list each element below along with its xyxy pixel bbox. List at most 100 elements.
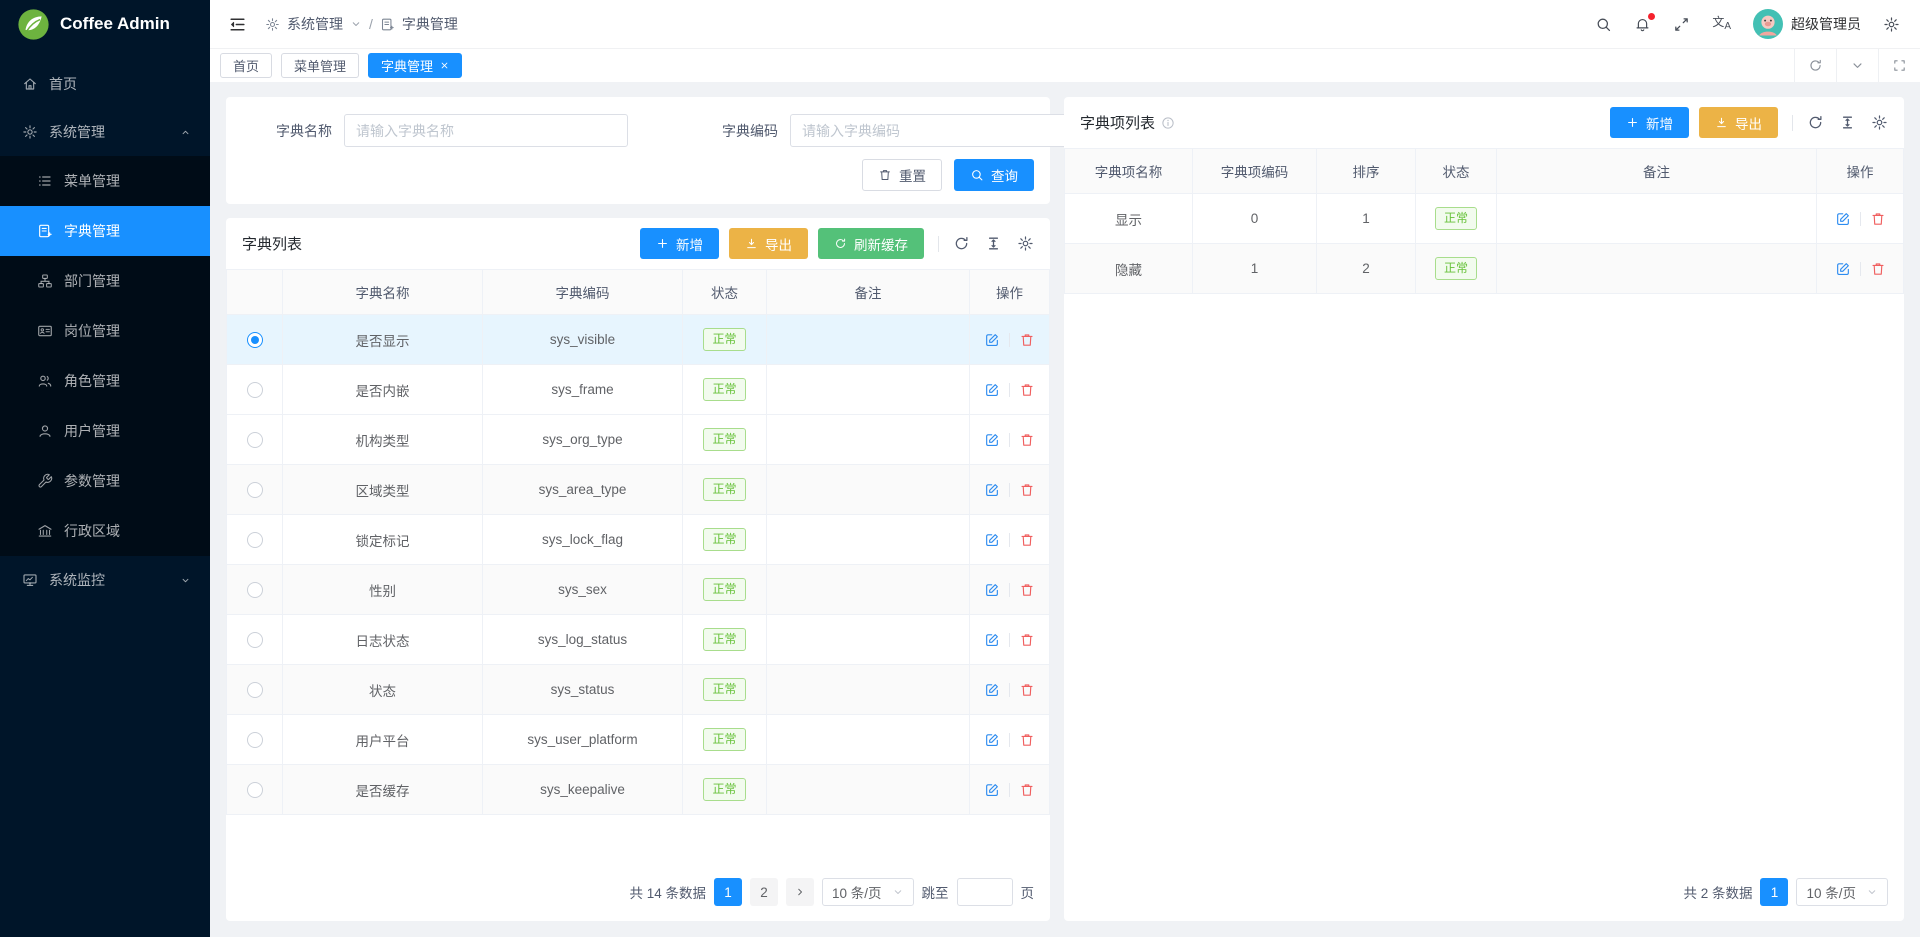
delete-icon[interactable] <box>1019 332 1035 348</box>
delete-icon[interactable] <box>1019 582 1035 598</box>
user-menu[interactable]: 超级管理员 <box>1753 9 1861 39</box>
page-content: 字典名称 字典编码 重置 <box>210 82 1920 937</box>
sidebar-item-param-mgmt[interactable]: 参数管理 <box>0 456 210 506</box>
delete-icon[interactable] <box>1019 382 1035 398</box>
sidebar-item-dict-mgmt[interactable]: 字典管理 <box>0 206 210 256</box>
column-settings-gear-icon[interactable] <box>1017 235 1034 252</box>
delete-icon[interactable] <box>1019 532 1035 548</box>
dict-name-input[interactable] <box>344 114 628 147</box>
edit-icon[interactable] <box>984 332 1000 348</box>
edit-icon[interactable] <box>984 482 1000 498</box>
notification-bell-icon[interactable] <box>1634 16 1651 33</box>
dict-table-row[interactable]: 用户平台 sys_user_platform 正常 <box>227 715 1050 765</box>
translate-icon[interactable]: 文A <box>1712 16 1731 32</box>
dict-table-row[interactable]: 锁定标记 sys_lock_flag 正常 <box>227 515 1050 565</box>
page-size-select[interactable]: 10 条/页 <box>1796 878 1888 906</box>
tab-refresh-icon[interactable] <box>1794 49 1836 82</box>
dict-table-row[interactable]: 区域类型 sys_area_type 正常 <box>227 465 1050 515</box>
dict-code-input[interactable] <box>790 114 1074 147</box>
tab-maximize-icon[interactable] <box>1878 49 1920 82</box>
page-button-1[interactable]: 1 <box>1760 878 1788 906</box>
row-select-radio[interactable] <box>247 632 263 648</box>
dict-table-row[interactable]: 日志状态 sys_log_status 正常 <box>227 615 1050 665</box>
tab-dict-mgmt[interactable]: 字典管理 <box>368 53 462 78</box>
page-button-1[interactable]: 1 <box>714 878 742 906</box>
table-refresh-icon[interactable] <box>1807 114 1824 131</box>
close-icon[interactable] <box>440 61 449 70</box>
refresh-cache-button[interactable]: 刷新缓存 <box>818 228 924 259</box>
export-label: 导出 <box>765 234 792 254</box>
dict-table-row[interactable]: 是否显示 sys_visible 正常 <box>227 315 1050 365</box>
edit-icon[interactable] <box>984 532 1000 548</box>
row-height-icon[interactable] <box>1839 114 1856 131</box>
item-sort-cell: 1 <box>1317 194 1416 244</box>
edit-icon[interactable] <box>984 582 1000 598</box>
settings-gear-icon[interactable] <box>1883 16 1900 33</box>
delete-icon[interactable] <box>1019 632 1035 648</box>
table-refresh-icon[interactable] <box>953 235 970 252</box>
dict-table-row[interactable]: 性别 sys_sex 正常 <box>227 565 1050 615</box>
dict-code-cell: sys_keepalive <box>483 765 683 815</box>
sidebar-item-system[interactable]: 系统管理 <box>0 108 210 156</box>
delete-icon[interactable] <box>1019 432 1035 448</box>
jump-page-input[interactable] <box>957 878 1013 906</box>
row-select-radio[interactable] <box>247 482 263 498</box>
item-table-row[interactable]: 隐藏 1 2 正常 <box>1065 244 1904 294</box>
edit-icon[interactable] <box>1835 211 1851 227</box>
row-select-radio[interactable] <box>247 382 263 398</box>
export-item-button[interactable]: 导出 <box>1699 107 1778 138</box>
export-dict-button[interactable]: 导出 <box>729 228 808 259</box>
add-item-button[interactable]: 新增 <box>1610 107 1689 138</box>
edit-icon[interactable] <box>984 432 1000 448</box>
sidebar-item-user-mgmt[interactable]: 用户管理 <box>0 406 210 456</box>
add-dict-button[interactable]: 新增 <box>640 228 719 259</box>
breadcrumb-level1[interactable]: 系统管理 <box>287 14 343 34</box>
next-page-button[interactable] <box>786 878 814 906</box>
column-settings-gear-icon[interactable] <box>1871 114 1888 131</box>
query-button[interactable]: 查询 <box>954 159 1034 191</box>
edit-icon[interactable] <box>984 632 1000 648</box>
delete-icon[interactable] <box>1019 682 1035 698</box>
dict-table-row[interactable]: 是否内嵌 sys_frame 正常 <box>227 365 1050 415</box>
sidebar-item-role-mgmt[interactable]: 角色管理 <box>0 356 210 406</box>
reset-button[interactable]: 重置 <box>862 159 942 191</box>
sidebar-item-dept-mgmt[interactable]: 部门管理 <box>0 256 210 306</box>
sidebar-collapse-button[interactable] <box>228 15 247 34</box>
page-button-2[interactable]: 2 <box>750 878 778 906</box>
tab-home[interactable]: 首页 <box>220 53 272 78</box>
row-select-radio[interactable] <box>247 532 263 548</box>
tab-menu-mgmt[interactable]: 菜单管理 <box>281 53 359 78</box>
row-select-radio[interactable] <box>247 582 263 598</box>
delete-icon[interactable] <box>1870 211 1886 227</box>
sidebar-item-menu-mgmt[interactable]: 菜单管理 <box>0 156 210 206</box>
delete-icon[interactable] <box>1019 482 1035 498</box>
divider <box>1009 783 1010 797</box>
sidebar-item-post-mgmt[interactable]: 岗位管理 <box>0 306 210 356</box>
row-select-radio[interactable] <box>247 782 263 798</box>
delete-icon[interactable] <box>1019 732 1035 748</box>
dict-table-row[interactable]: 机构类型 sys_org_type 正常 <box>227 415 1050 465</box>
delete-icon[interactable] <box>1870 261 1886 277</box>
row-height-icon[interactable] <box>985 235 1002 252</box>
fullscreen-icon[interactable] <box>1673 16 1690 33</box>
row-select-radio[interactable] <box>247 732 263 748</box>
item-table-row[interactable]: 显示 0 1 正常 <box>1065 194 1904 244</box>
edit-icon[interactable] <box>984 782 1000 798</box>
search-icon[interactable] <box>1595 16 1612 33</box>
edit-icon[interactable] <box>1835 261 1851 277</box>
edit-icon[interactable] <box>984 732 1000 748</box>
dict-table-row[interactable]: 是否缓存 sys_keepalive 正常 <box>227 765 1050 815</box>
edit-icon[interactable] <box>984 682 1000 698</box>
row-select-radio[interactable] <box>247 332 263 348</box>
sidebar-item-home[interactable]: 首页 <box>0 60 210 108</box>
edit-icon[interactable] <box>984 382 1000 398</box>
sidebar-item-monitor[interactable]: 系统监控 <box>0 556 210 604</box>
row-select-radio[interactable] <box>247 682 263 698</box>
page-size-select[interactable]: 10 条/页 <box>822 878 914 906</box>
topbar: 系统管理 / 字典管理 文A <box>210 0 1920 48</box>
delete-icon[interactable] <box>1019 782 1035 798</box>
sidebar-item-admin-region[interactable]: 行政区域 <box>0 506 210 556</box>
dict-table-row[interactable]: 状态 sys_status 正常 <box>227 665 1050 715</box>
row-select-radio[interactable] <box>247 432 263 448</box>
tab-more-chevron-icon[interactable] <box>1836 49 1878 82</box>
